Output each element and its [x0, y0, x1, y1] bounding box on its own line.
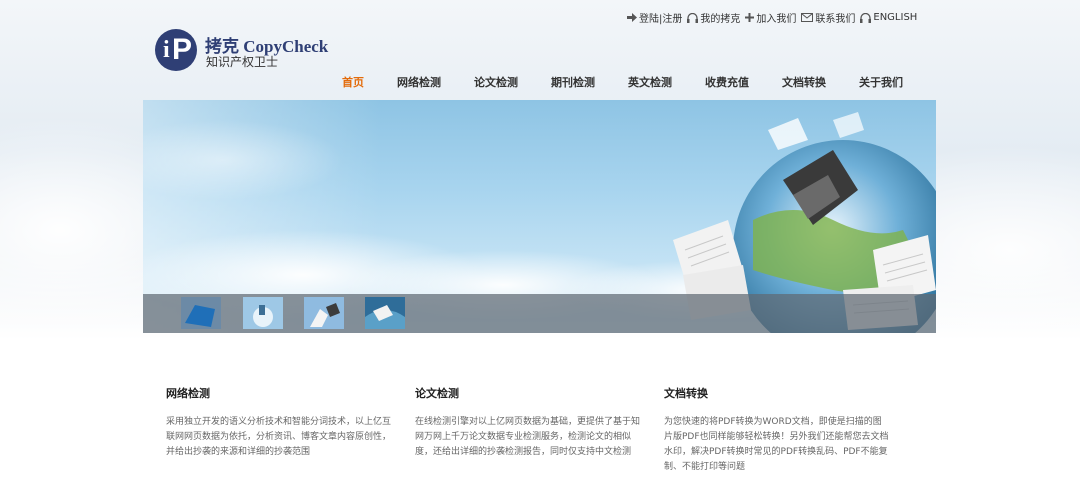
- main-nav: 首页 网络检测 论文检测 期刊检测 英文检测 收费充值 文档转换 关于我们: [0, 74, 1080, 92]
- feature-web-check: 网络检测 采用独立开发的语义分析技术和智能分词技术，以上亿互联网网页数据为依托，…: [166, 385, 391, 460]
- nav-recharge[interactable]: 收费充值: [705, 74, 749, 90]
- banner-thumbnail-3[interactable]: [304, 297, 344, 329]
- feature-description: 在线检测引擎对以上亿网页数据为基础，更提供了基于知网万网上千万论文数据专业检测服…: [415, 417, 641, 457]
- banner-thumbnail-2[interactable]: [243, 297, 283, 329]
- join-us-link[interactable]: 加入我们: [745, 10, 796, 25]
- feature-title[interactable]: 文档转换: [664, 385, 889, 401]
- hero-banner[interactable]: [143, 100, 936, 333]
- contact-us-link[interactable]: 联系我们: [801, 10, 855, 25]
- nav-web-check[interactable]: 网络检测: [397, 74, 441, 90]
- feature-description: 采用独立开发的语义分析技术和智能分词技术，以上亿互联网网页数据为依托，分析资讯、…: [166, 417, 392, 457]
- join-us-label: 加入我们: [756, 14, 797, 25]
- nav-about-us[interactable]: 关于我们: [859, 74, 903, 90]
- login-register-link[interactable]: 登陆|注册: [627, 10, 682, 25]
- nav-english-check[interactable]: 英文检测: [628, 74, 672, 90]
- plus-icon: [745, 13, 755, 22]
- headset-icon: [687, 12, 699, 23]
- nav-thesis-check[interactable]: 论文检测: [474, 74, 518, 90]
- arrow-login-icon: [627, 13, 637, 22]
- english-label: ENGLISH: [873, 12, 918, 23]
- top-links: 登陆|注册 我的拷克 加入我们 联系我们 ENGLISH: [627, 10, 922, 25]
- my-copycheck-label: 我的拷克: [700, 14, 741, 25]
- nav-home[interactable]: 首页: [342, 74, 364, 90]
- banner-thumbnail-4[interactable]: [365, 297, 405, 329]
- site-header: iP 拷克 CopyCheck 知识产权卫士 登陆|注册 我的拷克 加入我们 联…: [0, 0, 1080, 100]
- login-register-label: 登陆|注册: [639, 14, 683, 25]
- contact-us-label: 联系我们: [815, 14, 856, 25]
- nav-doc-convert[interactable]: 文档转换: [782, 74, 826, 90]
- banner-thumbnail-1[interactable]: [181, 297, 221, 329]
- feature-title[interactable]: 网络检测: [166, 385, 391, 401]
- feature-description: 为您快速的将PDF转换为WORD文档，即使是扫描的图片版PDF也同样能够轻松转换…: [664, 417, 889, 472]
- brand-subtitle: 知识产权卫士: [206, 55, 279, 69]
- feature-title[interactable]: 论文检测: [415, 385, 640, 401]
- nav-journal-check[interactable]: 期刊检测: [551, 74, 595, 90]
- my-copycheck-link[interactable]: 我的拷克: [687, 10, 740, 25]
- english-link[interactable]: ENGLISH: [860, 12, 917, 23]
- banner-thumbnail-strip: [143, 294, 936, 333]
- headset-icon: [860, 12, 872, 23]
- feature-doc-convert: 文档转换 为您快速的将PDF转换为WORD文档，即使是扫描的图片版PDF也同样能…: [664, 385, 889, 475]
- logo-icon[interactable]: iP: [155, 29, 197, 71]
- envelope-icon: [801, 13, 814, 22]
- feature-thesis-check: 论文检测 在线检测引擎对以上亿网页数据为基础，更提供了基于知网万网上千万论文数据…: [415, 385, 640, 460]
